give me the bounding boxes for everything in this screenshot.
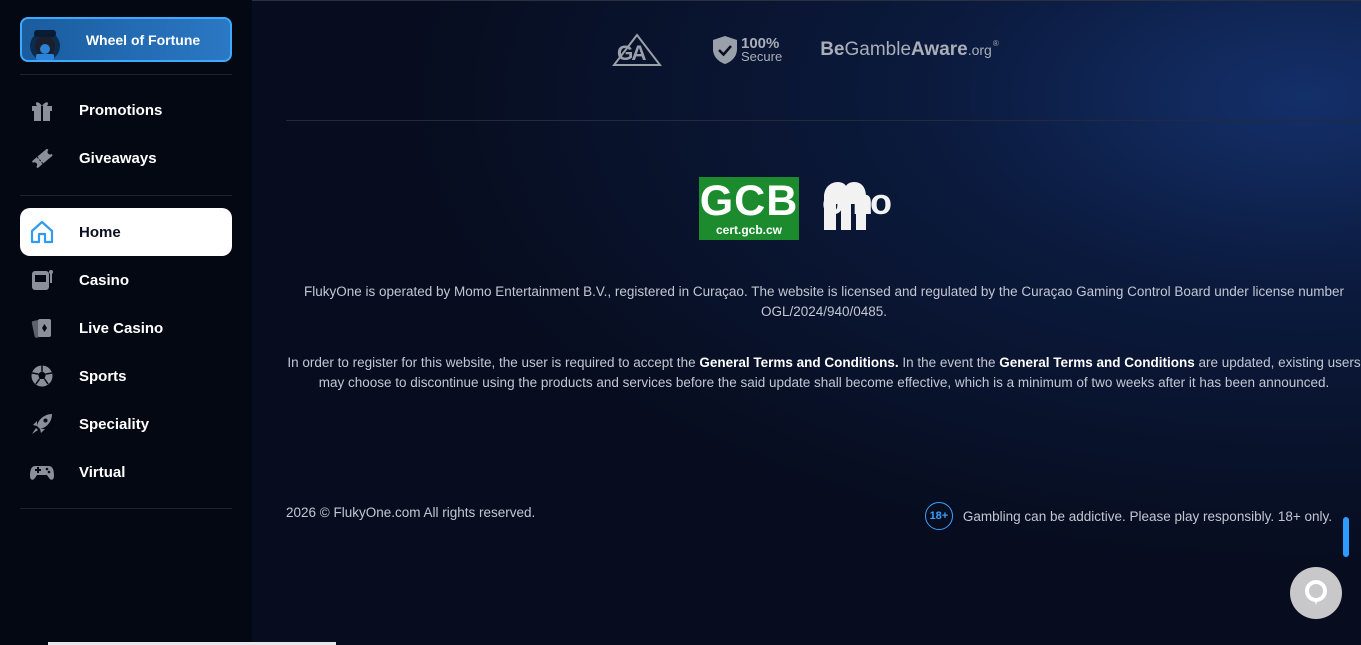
terms-text: In order to register for this website, t… xyxy=(287,355,1361,390)
rocket-icon xyxy=(29,411,55,437)
sidebar-item-label: Giveaways xyxy=(79,149,157,167)
license-text: FlukyOne is operated by Momo Entertainme… xyxy=(303,284,1345,319)
general-terms-link[interactable]: General Terms and Conditions. xyxy=(699,355,898,370)
chat-button[interactable] xyxy=(1290,567,1342,619)
shield-check-icon xyxy=(713,36,737,64)
sidebar-item-label: Sports xyxy=(79,367,127,385)
begambleaware-logo[interactable]: Be Gamble Aware .org ® xyxy=(820,39,999,61)
sidebar-item-virtual[interactable]: Virtual xyxy=(20,448,232,496)
sidebar-item-casino[interactable]: Casino xyxy=(20,256,232,304)
soccer-ball-icon xyxy=(29,363,55,389)
trust-logos: GA 100% Secure Be Gamble Aware .org ® xyxy=(612,30,999,70)
chat-bubble-icon xyxy=(1305,580,1327,605)
slot-machine-icon xyxy=(29,267,55,293)
sidebar-item-label: Promotions xyxy=(79,101,163,119)
wheel-of-fortune-button[interactable]: Wheel of Fortune xyxy=(20,17,232,62)
top-border xyxy=(252,0,1361,1)
sidebar-divider xyxy=(20,74,232,75)
wheel-icon xyxy=(30,30,60,60)
general-terms-link-2[interactable]: General Terms and Conditions xyxy=(999,355,1195,370)
ga-logo[interactable]: GA xyxy=(612,33,662,67)
copyright: 2026 © FlukyOne.com All rights reserved. xyxy=(286,505,536,520)
home-icon xyxy=(29,219,55,245)
ticket-icon xyxy=(29,145,55,171)
secure-badge[interactable]: 100% Secure xyxy=(712,35,782,65)
sidebar-item-promotions[interactable]: Promotions xyxy=(20,86,232,134)
sidebar-item-label: Home xyxy=(79,223,121,241)
footer: GA 100% Secure Be Gamble Aware .org ® GC… xyxy=(252,0,1361,645)
sidebar-item-label: Virtual xyxy=(79,463,126,481)
gamepad-icon xyxy=(29,459,55,485)
sidebar: Wheel of Fortune Promotions Giveaways Ho… xyxy=(0,0,252,645)
sidebar-divider xyxy=(20,508,232,509)
sidebar-divider xyxy=(20,195,232,196)
gcb-license-logo[interactable]: GCB cert.gcb.cw xyxy=(699,177,799,240)
sidebar-item-label: Speciality xyxy=(79,415,150,433)
gift-icon xyxy=(29,97,55,123)
sidebar-item-sports[interactable]: Sports xyxy=(20,352,232,400)
footer-divider xyxy=(286,120,1361,121)
scrollbar-thumb[interactable] xyxy=(1343,517,1349,557)
sidebar-item-home[interactable]: Home xyxy=(20,208,232,256)
age-18-badge: 18+ xyxy=(924,502,953,530)
sidebar-item-live-casino[interactable]: Live Casino xyxy=(20,304,232,352)
sidebar-item-label: Casino xyxy=(79,271,130,289)
sidebar-item-label: Live Casino xyxy=(79,319,164,337)
wheel-of-fortune-label: Wheel of Fortune xyxy=(85,31,201,48)
cards-icon xyxy=(29,315,55,341)
responsible-gambling-text: Gambling can be addictive. Please play r… xyxy=(962,508,1332,524)
responsible-gambling: 18+ Gambling can be addictive. Please pl… xyxy=(924,502,1332,530)
sidebar-item-giveaways[interactable]: Giveaways xyxy=(20,134,232,182)
sidebar-item-speciality[interactable]: Speciality xyxy=(20,400,232,448)
momo-logo[interactable]: omo xyxy=(822,180,916,234)
